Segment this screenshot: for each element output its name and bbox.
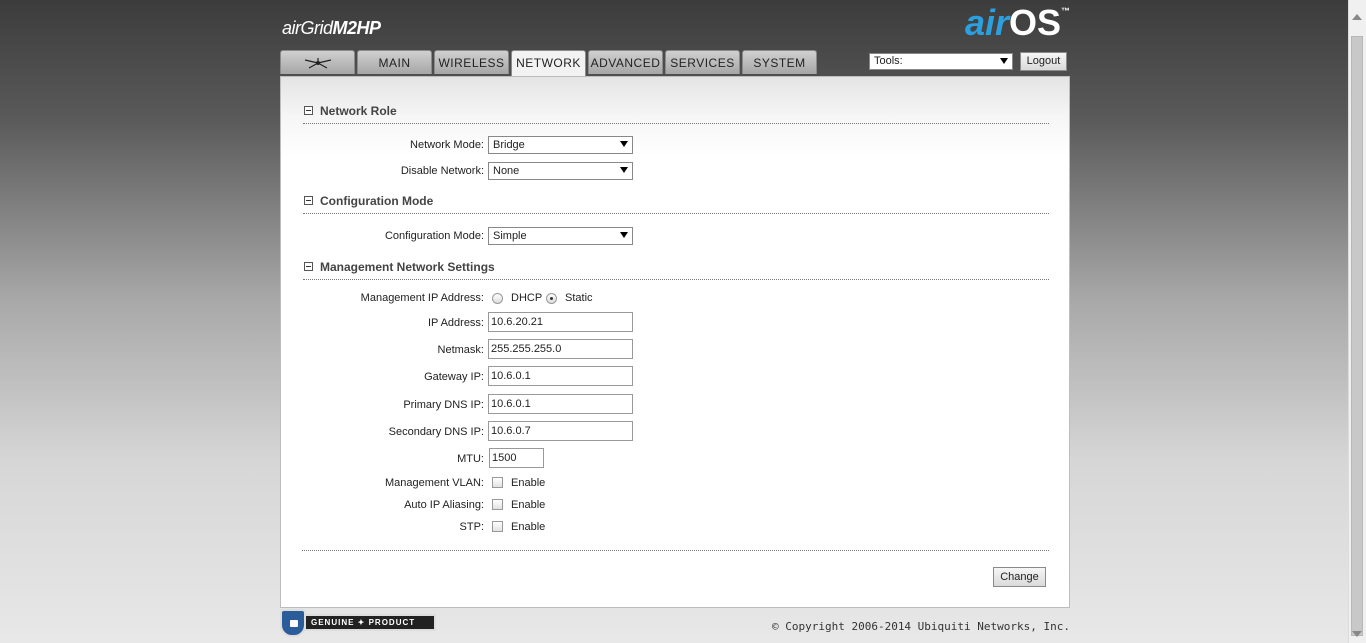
device-logo-prefix: air: [282, 18, 301, 38]
device-logo-model: M2HP: [332, 18, 382, 38]
chevron-down-icon: [620, 167, 628, 173]
network-mode-value: Bridge: [493, 139, 525, 151]
scroll-up-icon[interactable]: [1352, 14, 1362, 20]
mtu-input[interactable]: 1500: [489, 448, 544, 468]
copyright-text: © Copyright 2006-2014 Ubiquiti Networks,…: [771, 620, 1070, 633]
configuration-mode-value: Simple: [493, 230, 527, 242]
auto-ip-aliasing-enable-label: Enable: [511, 499, 546, 511]
section-title: Management Network Settings: [320, 260, 495, 274]
auto-ip-aliasing-checkbox[interactable]: [492, 499, 503, 510]
tab-wireless[interactable]: WIRELESS: [434, 50, 509, 74]
static-label: Static: [565, 292, 593, 304]
tools-select[interactable]: Tools:: [869, 53, 1013, 70]
stp-checkbox[interactable]: [492, 521, 503, 532]
primary-dns-input[interactable]: 10.6.0.1: [488, 394, 633, 414]
management-vlan-label: Management VLAN:: [384, 477, 484, 489]
management-vlan-checkbox[interactable]: [492, 477, 503, 488]
ip-address-label: IP Address:: [427, 317, 484, 329]
tab-ubiquiti-logo[interactable]: [280, 50, 355, 74]
section-management-network: Management Network Settings: [303, 260, 1049, 280]
stp-enable-label: Enable: [511, 521, 546, 533]
static-radio[interactable]: [546, 293, 557, 304]
airos-logo-tm: ™: [1061, 6, 1070, 16]
tab-services[interactable]: SERVICES: [665, 50, 740, 74]
dhcp-label: DHCP: [511, 292, 543, 304]
disable-network-select[interactable]: None: [488, 162, 633, 180]
genuine-product-label: GENUINE ✦ PRODUCT: [304, 614, 436, 631]
lock-icon: [290, 620, 298, 627]
section-title: Network Role: [320, 104, 397, 118]
airos-logo: airOS™: [965, 2, 1070, 44]
change-button[interactable]: Change: [993, 567, 1046, 587]
main-tabs: MAIN WIRELESS NETWORK ADVANCED SERVICES …: [280, 50, 819, 76]
gateway-ip-label: Gateway IP:: [424, 371, 484, 383]
network-mode-select[interactable]: Bridge: [488, 136, 633, 154]
management-ip-label: Management IP Address:: [360, 292, 484, 304]
mtu-label: MTU:: [457, 453, 484, 465]
secondary-dns-input[interactable]: 10.6.0.7: [488, 421, 633, 441]
section-configuration-mode: Configuration Mode: [303, 194, 1049, 214]
section-network-role: Network Role: [303, 104, 1049, 124]
chevron-down-icon: [1000, 58, 1008, 64]
collapse-icon[interactable]: [304, 106, 313, 115]
section-title: Configuration Mode: [320, 194, 434, 208]
tools-select-value: Tools:: [874, 55, 903, 67]
header: airGridM2HP airOS™ MAIN WIRELESS NETWORK…: [280, 0, 1070, 76]
shield-icon: [280, 609, 306, 637]
device-logo: airGridM2HP: [282, 18, 381, 39]
page-scrollbar[interactable]: [1348, 0, 1366, 643]
secondary-dns-label: Secondary DNS IP:: [388, 426, 484, 438]
collapse-icon[interactable]: [304, 262, 313, 271]
configuration-mode-select[interactable]: Simple: [488, 227, 633, 245]
chevron-down-icon: [620, 232, 628, 238]
tab-main[interactable]: MAIN: [357, 50, 432, 74]
collapse-icon[interactable]: [304, 196, 313, 205]
primary-dns-label: Primary DNS IP:: [403, 399, 484, 411]
configuration-mode-label: Configuration Mode:: [384, 230, 484, 242]
genuine-product-badge: GENUINE ✦ PRODUCT: [280, 609, 438, 637]
airos-logo-os: OS: [1008, 2, 1061, 43]
gateway-ip-input[interactable]: 10.6.0.1: [488, 366, 633, 386]
dhcp-radio[interactable]: [492, 293, 503, 304]
stp-label: STP:: [459, 521, 484, 533]
disable-network-label: Disable Network:: [400, 165, 484, 177]
management-vlan-enable-label: Enable: [511, 477, 546, 489]
device-logo-main: Grid: [300, 18, 334, 38]
ip-address-input[interactable]: 10.6.20.21: [488, 312, 633, 332]
scrollbar-thumb[interactable]: [1351, 36, 1363, 636]
ubiquiti-logo-icon: [304, 58, 331, 69]
airos-logo-air: air: [964, 2, 1009, 43]
network-settings-panel: Network Role Network Mode: Bridge Disabl…: [280, 76, 1070, 608]
tab-network[interactable]: NETWORK: [511, 50, 586, 76]
chevron-down-icon: [620, 141, 628, 147]
network-mode-label: Network Mode:: [410, 139, 484, 151]
tab-advanced[interactable]: ADVANCED: [588, 50, 663, 74]
netmask-input[interactable]: 255.255.255.0: [488, 339, 633, 359]
divider: [302, 550, 1049, 551]
logout-button[interactable]: Logout: [1020, 52, 1067, 71]
auto-ip-aliasing-label: Auto IP Aliasing:: [404, 499, 484, 511]
tab-system[interactable]: SYSTEM: [742, 50, 817, 74]
scroll-down-icon[interactable]: [1352, 631, 1362, 637]
disable-network-value: None: [493, 165, 520, 177]
netmask-label: Netmask:: [437, 344, 484, 356]
